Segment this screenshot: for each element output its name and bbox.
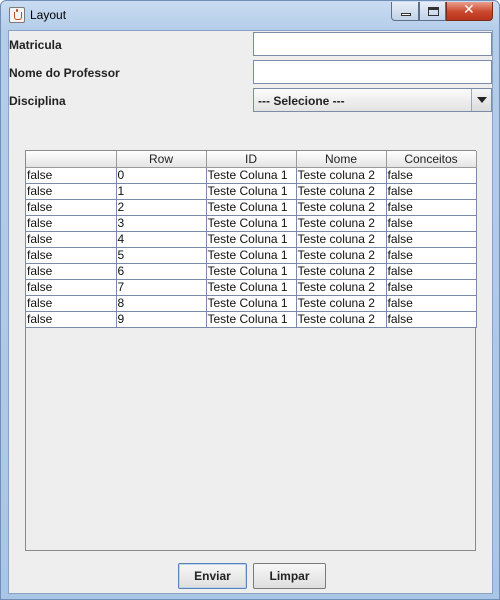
column-header[interactable]: Row [116, 151, 207, 168]
table-header-row: Row ID Nome Conceitos [26, 151, 477, 168]
maximize-icon [428, 7, 439, 16]
table-row[interactable]: false 8 Teste Coluna 1 Teste coluna 2 false [26, 295, 477, 312]
table-row[interactable]: false 6 Teste Coluna 1 Teste coluna 2 false [26, 263, 477, 280]
table-row[interactable]: false 5 Teste Coluna 1 Teste coluna 2 false [26, 247, 477, 264]
java-app-icon [9, 7, 25, 23]
column-header[interactable]: Nome [296, 151, 387, 168]
table-cell[interactable]: Teste coluna 2 [296, 311, 387, 328]
table-cell[interactable]: false [26, 295, 117, 312]
table-cell[interactable]: false [26, 311, 117, 328]
table-cell[interactable]: false [386, 247, 477, 264]
maximize-button[interactable] [419, 2, 446, 21]
send-button[interactable]: Enviar [178, 563, 247, 589]
table-cell[interactable]: Teste coluna 2 [296, 295, 387, 312]
table-cell[interactable]: Teste coluna 2 [296, 279, 387, 296]
table-cell[interactable]: false [386, 231, 477, 248]
table-cell[interactable]: Teste coluna 2 [296, 183, 387, 200]
table-cell[interactable]: false [386, 183, 477, 200]
table-cell[interactable]: false [26, 183, 117, 200]
table-cell[interactable]: Teste coluna 2 [296, 167, 387, 184]
matricula-label: Matricula [9, 38, 62, 52]
table-cell[interactable]: false [386, 311, 477, 328]
column-header[interactable]: ID [206, 151, 297, 168]
table-cell[interactable]: false [26, 167, 117, 184]
app-window: Layout ✕ Matricula Nome do Professor Dis… [0, 0, 500, 600]
table-cell[interactable]: 4 [116, 231, 207, 248]
table-cell[interactable]: false [386, 199, 477, 216]
table-row[interactable]: false 7 Teste Coluna 1 Teste coluna 2 false [26, 279, 477, 296]
table-cell[interactable]: false [26, 247, 117, 264]
disciplina-select[interactable]: --- Selecione --- [253, 88, 492, 112]
table-row[interactable]: false 9 Teste Coluna 1 Teste coluna 2 false [26, 311, 477, 328]
table-row[interactable]: false 3 Teste Coluna 1 Teste coluna 2 false [26, 215, 477, 232]
column-header[interactable]: Conceitos [386, 151, 477, 168]
table-cell[interactable]: false [26, 215, 117, 232]
table-cell[interactable]: Teste coluna 2 [296, 263, 387, 280]
data-table-scrollpane[interactable]: Row ID Nome Conceitos false 0 Teste Coluna… [25, 150, 477, 551]
professor-label: Nome do Professor [9, 66, 120, 80]
table-cell[interactable]: 8 [116, 295, 207, 312]
table-cell[interactable]: false [26, 231, 117, 248]
table-cell[interactable]: false [26, 279, 117, 296]
table-cell[interactable]: Teste Coluna 1 [206, 215, 297, 232]
dropdown-arrow-icon[interactable] [471, 89, 491, 111]
table-cell[interactable]: Teste Coluna 1 [206, 247, 297, 264]
minimize-button[interactable] [391, 2, 419, 21]
table-cell[interactable]: Teste Coluna 1 [206, 311, 297, 328]
table-cell[interactable]: false [386, 167, 477, 184]
table-cell[interactable]: Teste Coluna 1 [206, 183, 297, 200]
content-panel: Matricula Nome do Professor Disciplina -… [8, 30, 493, 594]
table-cell[interactable]: 3 [116, 215, 207, 232]
table-cell[interactable]: Teste Coluna 1 [206, 295, 297, 312]
table-cell[interactable]: Teste Coluna 1 [206, 167, 297, 184]
column-header[interactable] [26, 151, 117, 168]
minimize-icon [401, 13, 411, 16]
table-cell[interactable]: Teste coluna 2 [296, 215, 387, 232]
table-cell[interactable]: Teste coluna 2 [296, 199, 387, 216]
table-cell[interactable]: 1 [116, 183, 207, 200]
table-cell[interactable]: 2 [116, 199, 207, 216]
disciplina-selected-value: --- Selecione --- [258, 94, 345, 108]
close-icon: ✕ [463, 2, 475, 18]
clear-button[interactable]: Limpar [253, 563, 326, 589]
table-cell[interactable]: Teste coluna 2 [296, 231, 387, 248]
table-cell[interactable]: Teste Coluna 1 [206, 199, 297, 216]
table-cell[interactable]: false [386, 263, 477, 280]
table-row[interactable]: false 1 Teste Coluna 1 Teste coluna 2 false [26, 183, 477, 200]
matricula-field[interactable] [253, 32, 492, 56]
table-row[interactable]: false 0 Teste Coluna 1 Teste coluna 2 false [26, 167, 477, 184]
table-row[interactable]: false 2 Teste Coluna 1 Teste coluna 2 false [26, 199, 477, 216]
table-row[interactable]: false 4 Teste Coluna 1 Teste coluna 2 false [26, 231, 477, 248]
table-cell[interactable]: false [386, 279, 477, 296]
table-cell[interactable]: false [386, 215, 477, 232]
table-cell[interactable]: Teste Coluna 1 [206, 279, 297, 296]
table-cell[interactable]: 7 [116, 279, 207, 296]
table-cell[interactable]: Teste coluna 2 [296, 247, 387, 264]
window-title: Layout [30, 8, 67, 22]
close-button[interactable]: ✕ [446, 2, 493, 21]
professor-name-field[interactable] [253, 60, 492, 84]
table-body: false 0 Teste Coluna 1 Teste coluna 2 false f… [26, 167, 477, 328]
table-cell[interactable]: 0 [116, 167, 207, 184]
disciplina-label: Disciplina [9, 94, 66, 108]
table-cell[interactable]: false [26, 263, 117, 280]
table-cell[interactable]: false [26, 199, 117, 216]
data-table: Row ID Nome Conceitos false 0 Teste Coluna… [26, 151, 477, 328]
title-bar[interactable]: Layout ✕ [1, 1, 499, 29]
table-cell[interactable]: 5 [116, 247, 207, 264]
table-cell[interactable]: Teste Coluna 1 [206, 231, 297, 248]
table-cell[interactable]: 6 [116, 263, 207, 280]
table-cell[interactable]: false [386, 295, 477, 312]
table-cell[interactable]: 9 [116, 311, 207, 328]
table-cell[interactable]: Teste Coluna 1 [206, 263, 297, 280]
